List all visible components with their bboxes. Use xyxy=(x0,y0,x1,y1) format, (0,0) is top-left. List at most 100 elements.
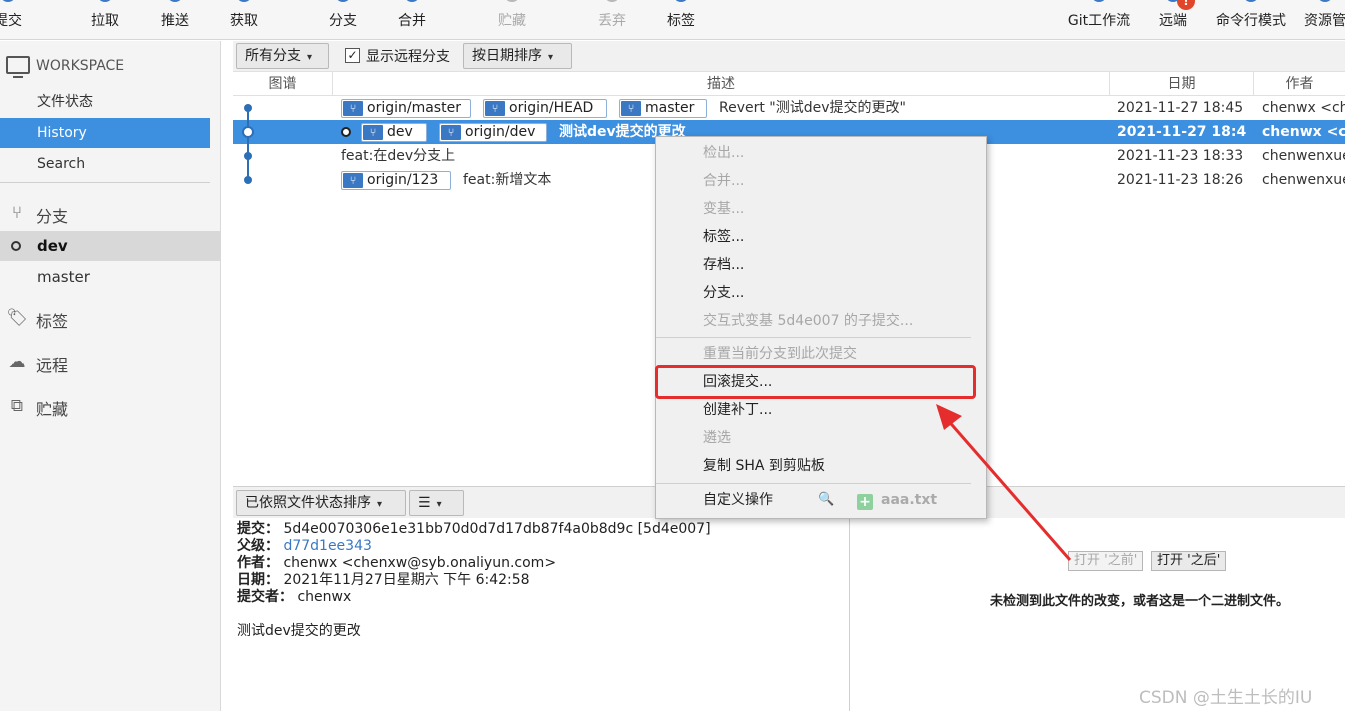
column-date[interactable]: 日期 xyxy=(1110,72,1254,96)
branches-section[interactable]: ⑂ 分支 xyxy=(0,198,221,228)
ref-tag: ⑂ origin/HEAD xyxy=(483,99,607,118)
terminal-icon xyxy=(1243,0,1259,2)
open-after-button[interactable]: 打开 '之后' xyxy=(1151,551,1227,571)
merge-icon xyxy=(404,0,420,2)
branch-icon: ⑂ xyxy=(343,173,363,188)
graph-line xyxy=(247,108,249,180)
file-added-icon: + xyxy=(857,494,873,510)
file-sort-dropdown[interactable]: 已依照文件状态排序 ▾ xyxy=(236,490,406,516)
commit-date: 2021-11-23 18:26 xyxy=(1117,172,1244,188)
menu-item-archive[interactable]: 存档... xyxy=(703,251,744,279)
history-table-header: 图谱 描述 日期 作者 xyxy=(233,71,1345,96)
branch-item-master[interactable]: master xyxy=(0,262,221,292)
tag-icon: 🏷 xyxy=(6,308,28,328)
remote-button[interactable]: ! 远端 xyxy=(1153,0,1195,40)
remotes-section[interactable]: ☁ 远程 xyxy=(0,347,221,377)
branch-icon: ⑂ xyxy=(363,125,383,140)
menu-item-branch[interactable]: 分支... xyxy=(703,279,744,307)
commit-date: 2021-11-27 18:45 xyxy=(1117,100,1244,116)
menu-item-create-patch[interactable]: 创建补丁... xyxy=(703,396,772,424)
show-remote-label: 显示远程分支 xyxy=(366,49,450,65)
ref-tag: ⑂ origin/123 xyxy=(341,171,451,190)
view-mode-dropdown[interactable]: ☰ ▾ xyxy=(409,490,464,516)
commit-icon xyxy=(0,0,16,2)
menu-item-rebase[interactable]: 变基... xyxy=(703,195,744,223)
menu-item-interactive-rebase[interactable]: 交互式变基 5d4e007 的子提交... xyxy=(703,307,913,335)
tag-button[interactable]: 标签 xyxy=(658,0,704,40)
git-flow-button[interactable]: Git工作流 xyxy=(1062,0,1136,40)
sidebar: WORKSPACE 文件状态 History Search ⑂ 分支 dev m… xyxy=(0,41,221,711)
current-branch-icon xyxy=(11,241,21,251)
sort-dropdown[interactable]: 按日期排序 ▾ xyxy=(463,43,572,69)
terminal-button[interactable]: 命令行模式 xyxy=(1212,0,1290,40)
highlight-annotation-box xyxy=(655,365,976,399)
chevron-down-icon: ▾ xyxy=(377,499,383,510)
search-icon: 🔍 xyxy=(818,492,835,507)
commit-author: chenwx <ch xyxy=(1262,124,1345,140)
explorer-button[interactable]: 资源管 xyxy=(1300,0,1345,40)
sidebar-divider xyxy=(0,182,210,183)
explorer-icon xyxy=(1317,0,1333,2)
chevron-down-icon: ▾ xyxy=(307,52,313,63)
no-change-message: 未检测到此文件的改变，或者这是一个二进制文件。 xyxy=(990,594,1290,609)
menu-item-merge[interactable]: 合并... xyxy=(703,167,744,195)
pull-icon xyxy=(97,0,113,2)
parent-link[interactable]: d77d1ee343 xyxy=(283,538,371,554)
graph-node xyxy=(244,104,252,112)
menu-item-tag[interactable]: 标签... xyxy=(703,223,744,251)
committer-line: 提交者： chenwx xyxy=(237,589,352,605)
show-remote-checkbox[interactable]: ✓ xyxy=(345,48,360,63)
push-button[interactable]: 推送 xyxy=(152,0,198,40)
sidebar-item-history[interactable]: History xyxy=(0,118,210,148)
column-description[interactable]: 描述 xyxy=(333,72,1110,96)
alert-badge: ! xyxy=(1177,0,1195,10)
commit-message: Revert "测试dev提交的更改" xyxy=(719,100,906,116)
menu-item-custom-actions[interactable]: 自定义操作 xyxy=(703,486,773,514)
ref-tag: ⑂ origin/dev xyxy=(439,123,547,142)
commit-message: feat:在dev分支上 xyxy=(341,148,456,164)
ref-tag: ⑂ master xyxy=(619,99,707,118)
branch-icon: ⑂ xyxy=(11,203,23,223)
commit-message: feat:新增文本 xyxy=(463,172,552,188)
cloud-icon: ☁ xyxy=(8,352,26,372)
merge-button[interactable]: 合并 xyxy=(389,0,435,40)
column-graph[interactable]: 图谱 xyxy=(233,72,333,96)
menu-item-copy-sha[interactable]: 复制 SHA 到剪贴板 xyxy=(703,452,825,480)
menu-item-checkout[interactable]: 检出... xyxy=(703,139,744,167)
stash-button[interactable]: 贮藏 xyxy=(489,0,535,40)
annotation-arrow-icon xyxy=(936,404,1072,561)
pull-button[interactable]: 拉取 xyxy=(82,0,128,40)
commit-date: 2021-11-27 18:42 xyxy=(1117,124,1247,140)
commit-author: chenwenxue xyxy=(1262,148,1345,164)
menu-item-cherry-pick[interactable]: 遴选 xyxy=(703,424,731,452)
column-author[interactable]: 作者 xyxy=(1254,72,1345,96)
date-line: 日期： 2021年11月27日星期六 下午 6:42:58 xyxy=(237,572,530,588)
graph-node xyxy=(244,176,252,184)
monitor-icon xyxy=(6,56,30,78)
menu-separator xyxy=(656,337,971,338)
git-flow-icon xyxy=(1091,0,1107,2)
branch-button[interactable]: 分支 xyxy=(320,0,366,40)
watermark: CSDN @土生土长的IU xyxy=(1139,688,1313,708)
sidebar-item-file-status[interactable]: 文件状态 xyxy=(0,87,210,117)
branch-item-dev[interactable]: dev xyxy=(0,231,221,261)
menu-item-reset[interactable]: 重置当前分支到此次提交 xyxy=(703,340,857,368)
branch-filter-dropdown[interactable]: 所有分支 ▾ xyxy=(236,43,329,69)
graph-node xyxy=(244,152,252,160)
fetch-button[interactable]: 获取 xyxy=(221,0,267,40)
discard-button[interactable]: 丢弃 xyxy=(589,0,635,40)
table-row[interactable]: ⑂ origin/master ⑂ origin/HEAD ⑂ master Reve… xyxy=(233,96,1345,120)
stash-toolbar-icon xyxy=(504,0,520,2)
discard-icon xyxy=(604,0,620,2)
author-line: 作者： chenwx <chenxw@syb.onaliyun.com> xyxy=(237,555,557,571)
stashes-section[interactable]: ⧉ 贮藏 xyxy=(0,391,221,421)
branch-toolbar-icon xyxy=(335,0,351,2)
branch-icon: ⑂ xyxy=(621,101,641,116)
parent-line: 父级： d77d1ee343 xyxy=(237,538,372,554)
commit-button[interactable]: 提交 xyxy=(0,0,28,40)
sidebar-item-search[interactable]: Search xyxy=(0,149,210,179)
tags-section[interactable]: 🏷 标签 xyxy=(0,303,221,333)
menu-separator xyxy=(656,483,971,484)
commit-message-full: 测试dev提交的更改 xyxy=(237,623,361,639)
